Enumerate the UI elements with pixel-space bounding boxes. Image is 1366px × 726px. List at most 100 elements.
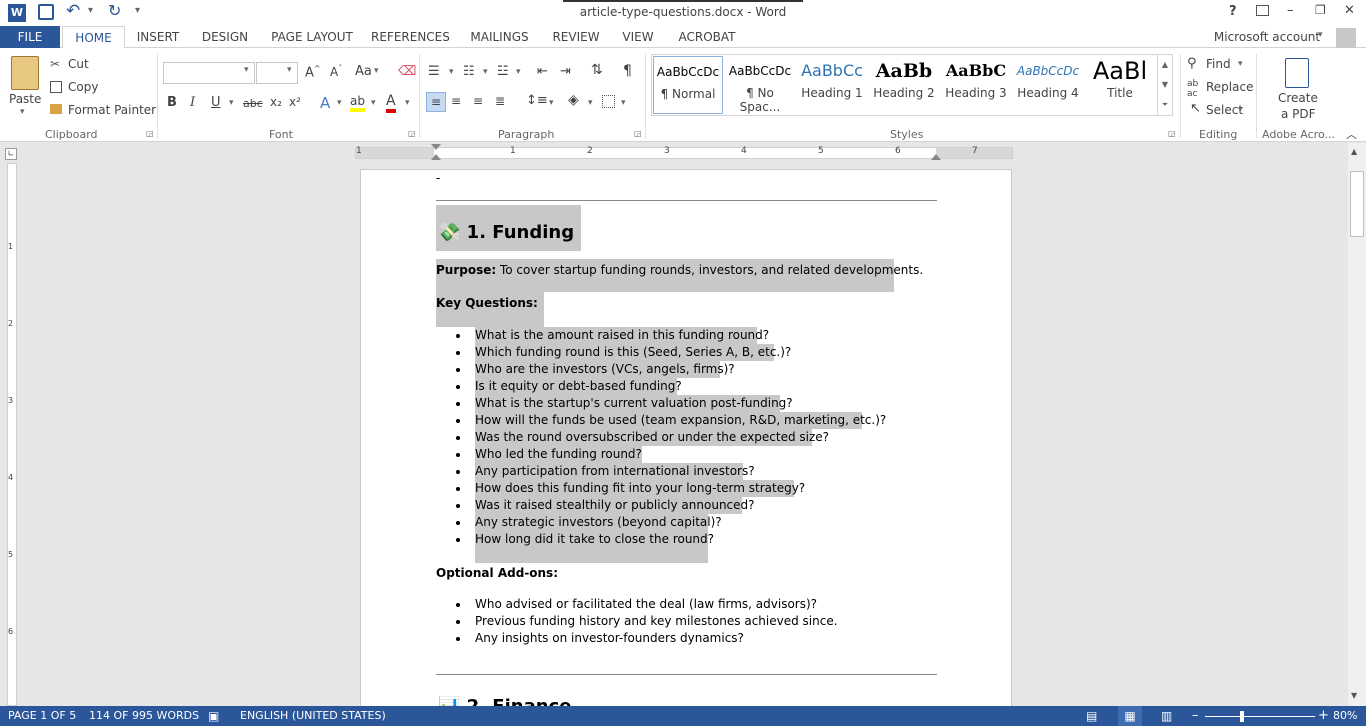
right-indent-marker[interactable] <box>931 154 941 160</box>
font-name-input[interactable] <box>163 62 255 84</box>
scroll-up-icon[interactable]: ▲ <box>1351 147 1357 156</box>
purpose-paragraph[interactable]: Purpose: To cover startup funding rounds… <box>436 263 923 277</box>
align-center-button[interactable]: ≡ <box>451 94 461 108</box>
tab-references[interactable]: REFERENCES <box>371 26 450 48</box>
tab-selector-icon[interactable]: ∟ <box>5 148 17 160</box>
font-size-dropdown-icon[interactable]: ▾ <box>287 65 292 75</box>
account-button[interactable]: Microsoft account <box>1212 26 1322 48</box>
undo-icon[interactable]: ↶ <box>66 1 80 21</box>
zoom-level[interactable]: 80% <box>1333 706 1357 726</box>
list-item[interactable]: Previous funding history and key milesto… <box>456 613 838 630</box>
borders-icon[interactable] <box>602 95 615 108</box>
style-heading-3[interactable]: AaBbC Heading 3 <box>941 56 1011 110</box>
cut-button[interactable]: Cut <box>68 57 89 71</box>
left-indent-marker[interactable] <box>431 154 441 160</box>
page-count[interactable]: PAGE 1 OF 5 <box>8 706 76 726</box>
maximize-icon[interactable]: ❐ <box>1315 3 1326 17</box>
next-section-heading[interactable]: 📊 2. Finance <box>438 696 571 706</box>
align-right-button[interactable]: ≡ <box>473 94 483 108</box>
bold-button[interactable]: B <box>167 95 177 110</box>
align-left-button[interactable]: ≡ <box>426 92 446 112</box>
dash-text[interactable]: - <box>436 171 440 185</box>
change-case-dropdown-icon[interactable]: ▾ <box>374 66 379 76</box>
clear-formatting-icon[interactable]: ⌫ <box>398 64 416 79</box>
font-color-dropdown-icon[interactable]: ▾ <box>405 98 410 108</box>
print-layout-icon[interactable]: ▦ <box>1118 706 1142 726</box>
styles-launcher-icon[interactable]: ◲ <box>1168 129 1176 138</box>
section-heading[interactable]: 💸 1. Funding <box>438 222 574 243</box>
font-color-button[interactable]: A <box>386 93 396 113</box>
find-button[interactable]: Find <box>1206 57 1231 71</box>
styles-more-icon[interactable]: ⏷ <box>1157 95 1172 115</box>
highlight-button[interactable]: ab <box>350 94 365 112</box>
styles-scroll-up-icon[interactable]: ▲ <box>1157 55 1172 75</box>
underline-button[interactable]: U <box>211 95 221 110</box>
borders-dropdown-icon[interactable]: ▾ <box>621 98 626 108</box>
underline-dropdown-icon[interactable]: ▾ <box>229 98 234 108</box>
word-count[interactable]: 114 OF 995 WORDS <box>89 706 199 726</box>
tab-insert[interactable]: INSERT <box>132 26 184 48</box>
scroll-thumb[interactable] <box>1350 171 1364 237</box>
line-spacing-dropdown-icon[interactable]: ▾ <box>549 98 554 108</box>
help-icon[interactable]: ? <box>1229 4 1237 19</box>
tab-acrobat[interactable]: ACROBAT <box>674 26 740 48</box>
font-launcher-icon[interactable]: ◲ <box>408 129 416 138</box>
find-dropdown-icon[interactable]: ▾ <box>1238 59 1243 69</box>
subscript-button[interactable]: x₂ <box>270 95 282 109</box>
proofing-icon[interactable]: ▣ <box>208 706 219 726</box>
list-item[interactable]: What is the amount raised in this fundin… <box>456 327 886 344</box>
redo-icon[interactable]: ↻ <box>108 1 121 20</box>
list-item[interactable]: How will the funds be used (team expansi… <box>456 412 886 429</box>
tab-review[interactable]: REVIEW <box>550 26 602 48</box>
style-heading-2[interactable]: AaBb Heading 2 <box>869 56 939 110</box>
style-no-spacing[interactable]: AaBbCcDc ¶ No Spac... <box>725 56 795 114</box>
tab-home[interactable]: HOME <box>62 26 125 49</box>
collapse-ribbon-icon[interactable]: ︿ <box>1346 126 1357 142</box>
paste-button[interactable]: Paste <box>9 92 41 106</box>
replace-button[interactable]: Replace <box>1206 80 1253 94</box>
tab-page-layout[interactable]: PAGE LAYOUT <box>267 26 357 48</box>
list-item[interactable]: Who advised or facilitated the deal (law… <box>456 596 838 613</box>
language-indicator[interactable]: ENGLISH (UNITED STATES) <box>240 706 386 726</box>
close-icon[interactable]: ✕ <box>1344 3 1355 18</box>
optional-addons-heading[interactable]: Optional Add-ons: <box>436 566 558 580</box>
create-pdf-icon[interactable] <box>1285 58 1309 88</box>
list-item[interactable]: How long did it take to close the round? <box>456 531 886 548</box>
minimize-icon[interactable]: – <box>1287 3 1294 18</box>
bullets-dropdown-icon[interactable]: ▾ <box>449 67 454 77</box>
list-item[interactable]: Any strategic investors (beyond capital)… <box>456 514 886 531</box>
create-pdf-label-2[interactable]: a PDF <box>1281 107 1316 121</box>
create-pdf-label-1[interactable]: Create <box>1278 91 1318 105</box>
ribbon-display-options-icon[interactable] <box>1256 5 1269 16</box>
list-item[interactable]: Was it raised stealthily or publicly ann… <box>456 497 886 514</box>
scroll-down-icon[interactable]: ▼ <box>1351 691 1357 700</box>
paste-dropdown-icon[interactable]: ▾ <box>20 107 25 117</box>
text-effects-button[interactable]: A <box>320 94 330 112</box>
shading-icon[interactable]: ◈ <box>568 92 579 108</box>
first-line-indent-marker[interactable] <box>431 144 441 150</box>
word-app-icon[interactable]: W <box>8 4 26 22</box>
decrease-indent-icon[interactable]: ⇤ <box>537 64 548 79</box>
list-item[interactable]: Who led the funding round? <box>456 446 886 463</box>
line-spacing-icon[interactable]: ↕≡ <box>526 93 548 108</box>
account-avatar[interactable] <box>1336 28 1356 48</box>
tab-design[interactable]: DESIGN <box>198 26 252 48</box>
list-item[interactable]: Any insights on investor-founders dynami… <box>456 630 838 647</box>
vertical-scrollbar[interactable]: ▲ ▼ <box>1348 143 1366 706</box>
sort-icon[interactable]: ⇅ <box>591 62 603 78</box>
tab-view[interactable]: VIEW <box>619 26 657 48</box>
change-case-button[interactable]: Aa <box>355 64 372 79</box>
styles-scroll-down-icon[interactable]: ▼ <box>1157 75 1172 95</box>
shading-dropdown-icon[interactable]: ▾ <box>588 98 593 108</box>
list-item[interactable]: Was the round oversubscribed or under th… <box>456 429 886 446</box>
shrink-font-icon[interactable]: Aˇ <box>330 64 342 79</box>
zoom-slider-thumb[interactable] <box>1240 711 1244 722</box>
style-heading-1[interactable]: AaBbCc Heading 1 <box>797 56 867 110</box>
justify-button[interactable]: ≣ <box>495 94 505 108</box>
bullets-icon[interactable]: ☰ <box>428 64 440 79</box>
increase-indent-icon[interactable]: ⇥ <box>560 64 571 79</box>
zoom-in-icon[interactable]: + <box>1318 706 1329 726</box>
paste-icon[interactable] <box>11 56 39 90</box>
paragraph-launcher-icon[interactable]: ◲ <box>634 129 642 138</box>
numbering-dropdown-icon[interactable]: ▾ <box>483 67 488 77</box>
